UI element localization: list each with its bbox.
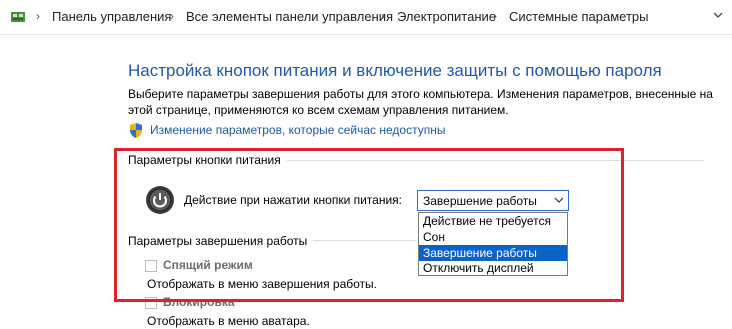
- address-bar[interactable]: › Панель управления › Все элементы панел…: [0, 0, 732, 35]
- chevron-down-icon: [554, 197, 564, 203]
- power-button-icon: [146, 186, 174, 214]
- option-turn-off-display[interactable]: Отключить дисплей: [419, 260, 567, 276]
- breadcrumb-system-settings[interactable]: Системные параметры: [509, 9, 648, 24]
- option-shutdown[interactable]: Завершение работы: [419, 245, 567, 261]
- power-button-action-label: Действие при нажатии кнопки питания:: [184, 193, 403, 207]
- power-button-group-label: Параметры кнопки питания: [128, 153, 287, 167]
- breadcrumb-control-panel[interactable]: Панель управления: [52, 9, 171, 24]
- option-sleep[interactable]: Сон: [419, 229, 567, 245]
- lock-description: Отображать в меню аватара.: [147, 314, 310, 328]
- hibernate-label: Спящий режим: [163, 258, 253, 272]
- breadcrumb-power-options[interactable]: Электропитание: [397, 9, 496, 24]
- lock-label: Блокировка: [163, 295, 235, 309]
- change-unavailable-settings-link[interactable]: Изменение параметров, которые сейчас нед…: [150, 123, 446, 137]
- shutdown-group-label: Параметры завершения работы: [128, 234, 314, 248]
- chevron-down-icon[interactable]: [712, 9, 724, 21]
- hibernate-description: Отображать в меню завершения работы.: [147, 277, 378, 291]
- selected-value: Завершение работы: [423, 194, 537, 208]
- breadcrumb-separator-icon: ›: [493, 9, 497, 23]
- lock-checkbox[interactable]: [145, 297, 157, 309]
- hibernate-checkbox[interactable]: [145, 260, 157, 272]
- control-panel-icon: [11, 12, 25, 22]
- uac-shield-icon: [130, 123, 142, 138]
- option-no-action[interactable]: Действие не требуется: [419, 213, 567, 229]
- breadcrumb-separator-icon: ›: [381, 9, 385, 23]
- power-button-action-select[interactable]: Завершение работы: [417, 190, 569, 211]
- breadcrumb-all-items[interactable]: Все элементы панели управления: [186, 9, 393, 24]
- power-action-dropdown-list: Действие не требуется Сон Завершение раб…: [418, 212, 568, 276]
- breadcrumb-separator-icon: ›: [36, 9, 40, 23]
- page-description: Выберите параметры завершения работы для…: [128, 87, 713, 117]
- breadcrumb-separator-icon: ›: [170, 9, 174, 23]
- page-title: Настройка кнопок питания и включение защ…: [128, 61, 662, 80]
